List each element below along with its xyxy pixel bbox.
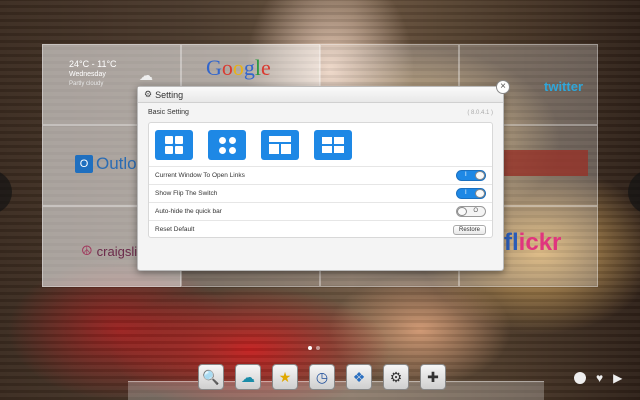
wide-grid-icon bbox=[322, 137, 344, 153]
weather-temp: 24°C - 11°C bbox=[69, 59, 117, 69]
dialog-title: Setting bbox=[155, 89, 184, 100]
weather-desc: Partly cloudy bbox=[69, 81, 104, 87]
settings-panel: Current Window To Open Links I Show Flip… bbox=[148, 122, 493, 238]
peace-icon: ☮ bbox=[81, 243, 93, 258]
option-label: Current Window To Open Links bbox=[155, 172, 245, 179]
toggle-text: I bbox=[465, 172, 467, 178]
toggle-knob bbox=[475, 171, 485, 180]
layout-banner-grid-button[interactable] bbox=[261, 130, 299, 160]
search-icon[interactable]: 🔍 bbox=[198, 364, 224, 390]
flip-switch-toggle[interactable]: I bbox=[456, 188, 486, 199]
option-flip-switch: Show Flip The Switch I bbox=[149, 184, 492, 202]
weather-day: Wednesday bbox=[69, 71, 106, 78]
corner-controls: ♥ ▶ bbox=[574, 372, 622, 384]
option-label: Auto-hide the quick bar bbox=[155, 208, 222, 215]
option-reset-default: Reset Default Restore bbox=[149, 220, 492, 238]
gear-icon[interactable]: ⚙ bbox=[383, 364, 409, 390]
circle-icon[interactable] bbox=[574, 372, 586, 384]
gear-icon: ⚙ bbox=[144, 89, 153, 99]
layout-four-squares-button[interactable] bbox=[155, 130, 193, 160]
banner-grid-icon bbox=[269, 136, 291, 154]
pagination-dots bbox=[308, 346, 320, 350]
option-label: Reset Default bbox=[155, 226, 195, 233]
option-open-links: Current Window To Open Links I bbox=[149, 166, 492, 184]
grid-icon bbox=[165, 136, 183, 154]
layout-picker bbox=[155, 130, 352, 160]
heart-icon[interactable]: ♥ bbox=[596, 372, 603, 384]
layout-wide-grid-button[interactable] bbox=[314, 130, 352, 160]
next-icon[interactable]: ▶ bbox=[613, 372, 622, 384]
cloud-icon[interactable]: ☁ bbox=[235, 364, 261, 390]
toggle-text: I bbox=[465, 190, 467, 196]
option-autohide-quickbar: Auto-hide the quick bar O bbox=[149, 202, 492, 220]
settings-dialog: ⚙ Setting × Basic Setting ( 8.0.4.1 ) Cu… bbox=[137, 80, 510, 271]
autohide-quickbar-toggle[interactable]: O bbox=[456, 206, 486, 217]
close-button[interactable]: × bbox=[496, 80, 510, 94]
open-links-toggle[interactable]: I bbox=[456, 170, 486, 181]
star-icon[interactable]: ★ bbox=[272, 364, 298, 390]
toggle-knob bbox=[457, 207, 467, 216]
option-label: Show Flip The Switch bbox=[155, 190, 218, 197]
page-dot-2[interactable] bbox=[316, 346, 320, 350]
quick-bar: 🔍 ☁ ★ ◷ ❖ ⚙ ✚ bbox=[198, 364, 446, 390]
plus-icon[interactable]: ✚ bbox=[420, 364, 446, 390]
google-logo: Google bbox=[206, 55, 271, 80]
flickr-logo: flickr bbox=[504, 229, 562, 256]
twitter-logo: twitter bbox=[544, 79, 583, 94]
dropbox-icon[interactable]: ❖ bbox=[346, 364, 372, 390]
section-label: Basic Setting bbox=[148, 109, 189, 116]
toggle-knob bbox=[475, 189, 485, 198]
dialog-header: ⚙ Setting bbox=[138, 87, 503, 103]
restore-button[interactable]: Restore bbox=[452, 224, 486, 235]
outlook-icon: O bbox=[75, 155, 93, 173]
toggle-text: O bbox=[473, 208, 478, 214]
dots-grid-icon bbox=[218, 136, 236, 154]
version-text: ( 8.0.4.1 ) bbox=[467, 110, 493, 116]
page-dot-1[interactable] bbox=[308, 346, 312, 350]
clock-icon[interactable]: ◷ bbox=[309, 364, 335, 390]
cloud-sun-icon: ☁ bbox=[139, 67, 153, 83]
layout-four-circles-button[interactable] bbox=[208, 130, 246, 160]
